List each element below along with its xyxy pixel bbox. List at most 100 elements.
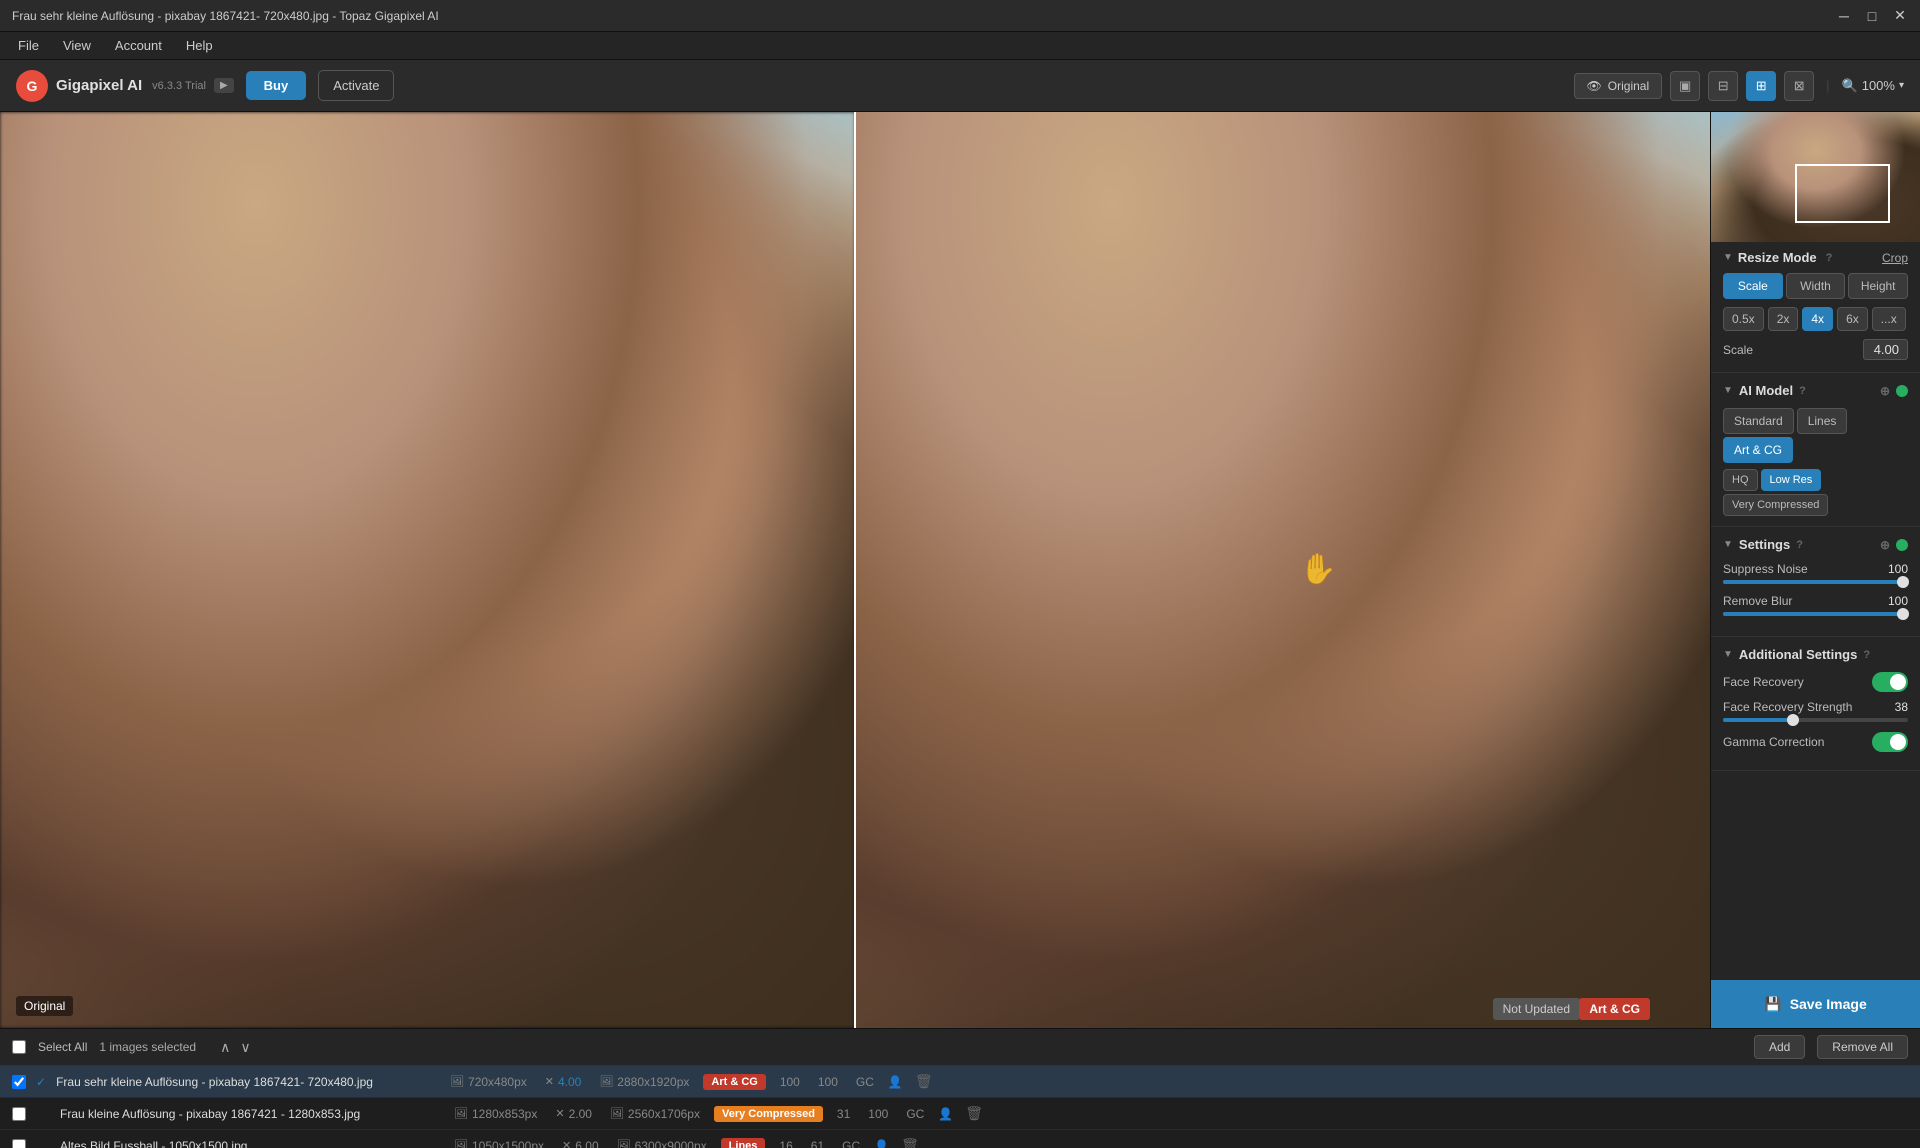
file-checkbox[interactable] — [12, 1107, 26, 1121]
scroll-down-button[interactable]: ∨ — [236, 1037, 254, 1058]
face-recovery-strength-value: 38 — [1878, 700, 1908, 714]
file-row[interactable]: Frau kleine Auflösung - pixabay 1867421 … — [0, 1098, 1920, 1130]
file-size-in: 🖼 720x480px — [446, 1075, 531, 1089]
menu-account[interactable]: Account — [105, 34, 172, 57]
file-row[interactable]: Altes Bild Fussball - 1050x1500.jpg 🖼 10… — [0, 1130, 1920, 1148]
model-lines-button[interactable]: Lines — [1797, 408, 1848, 434]
view-controls: 👁 Original ▣ ⊟ ⊞ ⊠ | 🔍 100% ▾ — [1574, 71, 1904, 101]
menu-file[interactable]: File — [8, 34, 49, 57]
file-size-in-value: 720x480px — [468, 1075, 527, 1089]
quality-lowres-button[interactable]: Low Res — [1761, 469, 1822, 491]
image-out-icon: 🖼 — [610, 1107, 624, 1120]
file-gc-value: GC — [842, 1139, 860, 1148]
view-single-button[interactable]: ▣ — [1670, 71, 1700, 101]
minimize-button[interactable]: ─ — [1836, 8, 1852, 24]
file-scale: ✕ 6.00 — [558, 1139, 603, 1148]
thumbnail-area — [1711, 112, 1920, 242]
scale-custom-button[interactable]: ...x — [1872, 307, 1906, 331]
activate-button[interactable]: Activate — [318, 70, 394, 101]
bottom-panel: Select All 1 images selected ∧ ∨ Add Rem… — [0, 1028, 1920, 1148]
select-all-label[interactable]: Select All — [38, 1040, 87, 1054]
file-checkbox[interactable] — [12, 1075, 26, 1089]
buy-button[interactable]: Buy — [246, 71, 307, 100]
file-gc: GC — [852, 1075, 878, 1089]
titlebar-title: Frau sehr kleine Auflösung - pixabay 186… — [12, 9, 439, 23]
scale-05x-button[interactable]: 0.5x — [1723, 307, 1764, 331]
close-button[interactable]: ✕ — [1892, 8, 1908, 24]
file-model-badge: Lines — [721, 1138, 766, 1148]
image-out-icon: 🖼 — [617, 1139, 631, 1148]
settings-toggle[interactable] — [1896, 539, 1908, 551]
scale-tab[interactable]: Scale — [1723, 273, 1783, 299]
file-delete-button[interactable]: 🗑 — [899, 1135, 921, 1148]
ai-model-toggle[interactable] — [1896, 385, 1908, 397]
scale-4x-button[interactable]: 4x — [1802, 307, 1833, 331]
file-delete-button[interactable]: 🗑 — [913, 1071, 935, 1092]
suppress-noise-slider[interactable] — [1723, 580, 1908, 584]
additional-settings-help-icon[interactable]: ? — [1863, 649, 1870, 661]
file-blur: 61 — [807, 1139, 828, 1148]
menubar: File View Account Help — [0, 32, 1920, 60]
image-in-icon: 🖼 — [454, 1139, 468, 1148]
suppress-noise-label: Suppress Noise — [1723, 562, 1808, 576]
save-label: Save Image — [1790, 996, 1867, 1012]
model-standard-button[interactable]: Standard — [1723, 408, 1794, 434]
file-name: Frau kleine Auflösung - pixabay 1867421 … — [60, 1107, 440, 1121]
view-split-v-button[interactable]: ⊞ — [1746, 71, 1776, 101]
maximize-button[interactable]: □ — [1864, 8, 1880, 24]
height-tab[interactable]: Height — [1848, 273, 1908, 299]
file-noise-value: 16 — [779, 1139, 792, 1148]
original-view-button[interactable]: 👁 Original — [1574, 73, 1663, 99]
file-name: Frau sehr kleine Auflösung - pixabay 186… — [56, 1075, 436, 1089]
menu-help[interactable]: Help — [176, 34, 223, 57]
file-scale-value: 6.00 — [575, 1139, 598, 1148]
gamma-correction-toggle[interactable] — [1872, 732, 1908, 752]
file-size-out-value: 6300x9000px — [635, 1139, 707, 1148]
remove-blur-label: Remove Blur — [1723, 594, 1792, 608]
file-size-in-value: 1280x853px — [472, 1107, 537, 1121]
width-tab[interactable]: Width — [1786, 273, 1846, 299]
file-blur-value: 100 — [868, 1107, 888, 1121]
comparison-view: Original Not Updated Art & CG ✋ — [0, 112, 1710, 1028]
model-artcg-button[interactable]: Art & CG — [1723, 437, 1793, 463]
quality-hq-button[interactable]: HQ — [1723, 469, 1758, 491]
right-image-panel: Not Updated Art & CG ✋ — [855, 112, 1710, 1028]
resize-mode-help-icon[interactable]: ? — [1826, 252, 1833, 264]
view-quad-button[interactable]: ⊠ — [1784, 71, 1814, 101]
scale-icon: ✕ — [545, 1075, 554, 1088]
comparison-divider[interactable] — [854, 112, 856, 1028]
file-checkbox[interactable] — [12, 1139, 26, 1148]
select-all-checkbox[interactable] — [12, 1040, 26, 1054]
menu-view[interactable]: View — [53, 34, 101, 57]
face-recovery-strength-slider-row: Face Recovery Strength 38 — [1723, 700, 1908, 722]
ai-model-help-icon[interactable]: ? — [1799, 385, 1806, 397]
scale-2x-button[interactable]: 2x — [1768, 307, 1799, 331]
file-size-out-value: 2560x1706px — [628, 1107, 700, 1121]
remove-all-button[interactable]: Remove All — [1817, 1035, 1908, 1059]
face-recovery-toggle[interactable] — [1872, 672, 1908, 692]
save-image-button[interactable]: 💾 Save Image — [1711, 980, 1920, 1028]
additional-settings-chevron-icon: ▼ — [1723, 649, 1733, 660]
file-delete-button[interactable]: 🗑 — [963, 1103, 985, 1124]
image-area[interactable]: Original Not Updated Art & CG ✋ — [0, 112, 1710, 1028]
scale-value-input[interactable]: 4.00 — [1863, 339, 1908, 360]
scale-6x-button[interactable]: 6x — [1837, 307, 1868, 331]
scroll-up-button[interactable]: ∧ — [216, 1037, 234, 1058]
crop-label[interactable]: Crop — [1882, 251, 1908, 265]
quality-buttons: HQ Low Res Very Compressed — [1723, 469, 1908, 516]
settings-expand-icon[interactable]: ⊕ — [1880, 538, 1890, 552]
trial-dropdown[interactable]: ▶ — [214, 78, 234, 93]
file-row[interactable]: ✓ Frau sehr kleine Auflösung - pixabay 1… — [0, 1066, 1920, 1098]
view-split-h-button[interactable]: ⊟ — [1708, 71, 1738, 101]
ai-model-expand-icon[interactable]: ⊕ — [1880, 384, 1890, 398]
logo-area: G Gigapixel AI v6.3.3 Trial ▶ — [16, 70, 234, 102]
quality-verycompressed-button[interactable]: Very Compressed — [1723, 494, 1828, 516]
settings-help-icon[interactable]: ? — [1796, 539, 1803, 551]
remove-blur-slider[interactable] — [1723, 612, 1908, 616]
face-recovery-strength-slider[interactable] — [1723, 718, 1908, 722]
file-blur-value: 61 — [811, 1139, 824, 1148]
file-size-in: 🖼 1280x853px — [450, 1107, 541, 1121]
main-layout: Original Not Updated Art & CG ✋ ▼ Resize… — [0, 112, 1920, 1028]
add-files-button[interactable]: Add — [1754, 1035, 1805, 1059]
zoom-control[interactable]: 🔍 100% ▾ — [1842, 78, 1904, 94]
